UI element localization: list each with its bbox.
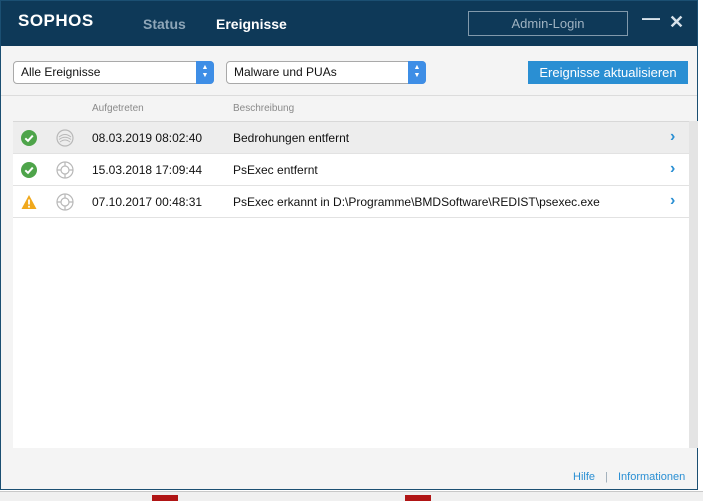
success-icon bbox=[21, 162, 37, 178]
target-icon bbox=[56, 161, 74, 179]
table-row[interactable]: 15.03.2018 17:09:44 PsExec entfernt › bbox=[13, 154, 689, 186]
column-description: Beschreibung bbox=[233, 103, 295, 114]
threat-icon bbox=[56, 129, 74, 147]
admin-login-button[interactable]: Admin-Login bbox=[468, 11, 628, 36]
description-cell: PsExec entfernt bbox=[233, 163, 318, 177]
type-filter-select[interactable]: Malware und PUAs ▲ ▼ bbox=[226, 61, 426, 84]
event-filter-select[interactable]: Alle Ereignisse ▲ ▼ bbox=[13, 61, 214, 84]
chevron-right-icon[interactable]: › bbox=[670, 128, 675, 146]
background-red-marker bbox=[405, 495, 431, 501]
refresh-events-button[interactable]: Ereignisse aktualisieren bbox=[528, 61, 688, 84]
target-icon bbox=[56, 193, 74, 211]
event-filter-value: Alle Ereignisse bbox=[21, 65, 101, 79]
chevron-right-icon[interactable]: › bbox=[670, 160, 675, 178]
description-cell: PsExec erkannt in D:\Programme\BMDSoftwa… bbox=[233, 195, 600, 209]
updown-arrows-icon: ▲ ▼ bbox=[408, 61, 426, 84]
occurred-cell: 15.03.2018 17:09:44 bbox=[92, 163, 203, 177]
updown-arrows-icon: ▲ ▼ bbox=[196, 61, 214, 84]
description-cell: Bedrohungen entfernt bbox=[233, 131, 350, 145]
toolbar: Alle Ereignisse ▲ ▼ Malware und PUAs ▲ ▼ E… bbox=[1, 46, 697, 96]
minimize-icon[interactable]: — bbox=[642, 8, 660, 29]
tab-events[interactable]: Ereignisse bbox=[216, 16, 287, 32]
background-window-strip bbox=[0, 491, 703, 501]
list-scrollbar[interactable] bbox=[689, 121, 698, 448]
background-red-marker bbox=[152, 495, 178, 501]
warning-icon bbox=[21, 195, 37, 209]
tab-status[interactable]: Status bbox=[143, 16, 186, 32]
type-filter-value: Malware und PUAs bbox=[234, 65, 337, 79]
help-link[interactable]: Hilfe bbox=[573, 471, 595, 483]
sophos-logo: SOPHOS bbox=[18, 11, 94, 30]
footer-separator: | bbox=[605, 471, 608, 483]
occurred-cell: 07.10.2017 00:48:31 bbox=[92, 195, 203, 209]
background-window-edge bbox=[699, 0, 703, 491]
table-row[interactable]: 08.03.2019 08:02:40 Bedrohungen entfernt… bbox=[13, 122, 689, 154]
information-link[interactable]: Informationen bbox=[618, 471, 685, 483]
sophos-window: SOPHOS Status Ereignisse Admin-Login — ✕… bbox=[0, 0, 698, 490]
close-icon[interactable]: ✕ bbox=[669, 12, 684, 33]
event-list: 08.03.2019 08:02:40 Bedrohungen entfernt… bbox=[13, 121, 689, 448]
title-bar: SOPHOS Status Ereignisse Admin-Login — ✕ bbox=[1, 1, 697, 46]
table-header: Aufgetreten Beschreibung bbox=[1, 96, 697, 120]
column-occurred: Aufgetreten bbox=[92, 103, 144, 114]
occurred-cell: 08.03.2019 08:02:40 bbox=[92, 131, 203, 145]
table-row[interactable]: 07.10.2017 00:48:31 PsExec erkannt in D:… bbox=[13, 186, 689, 218]
chevron-right-icon[interactable]: › bbox=[670, 192, 675, 210]
success-icon bbox=[21, 130, 37, 146]
